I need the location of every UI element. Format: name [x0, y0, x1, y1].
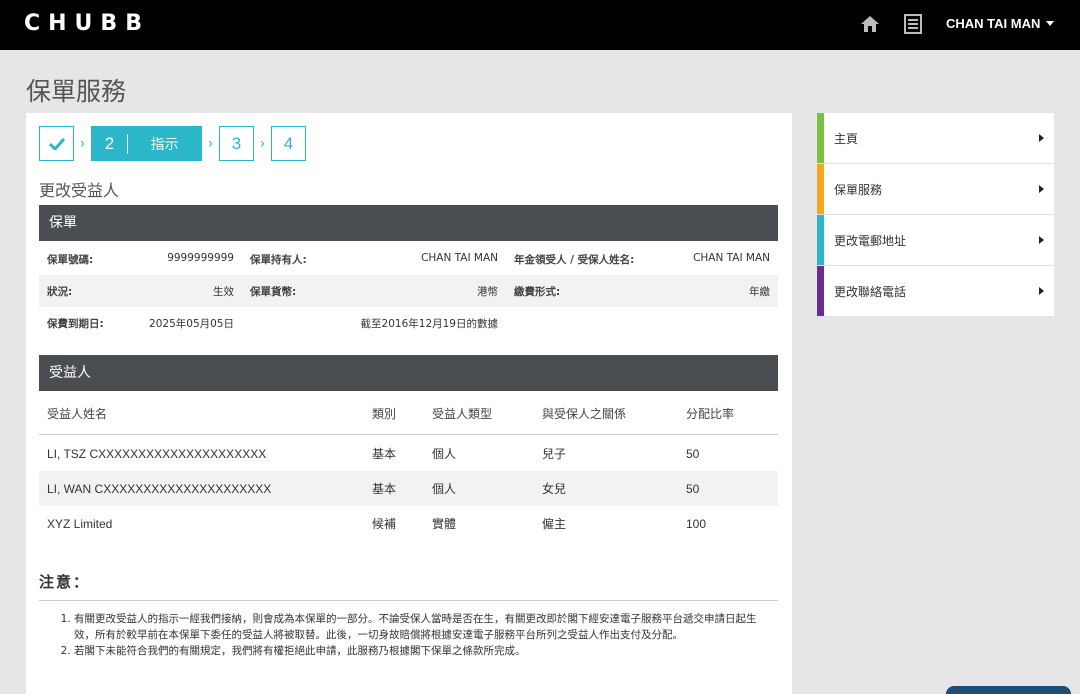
chevron-right-icon: › [79, 135, 86, 152]
chevron-right-icon: › [207, 135, 214, 152]
step-3: 3 [219, 126, 254, 161]
side-menu-item-home[interactable]: 主頁 [817, 113, 1054, 164]
side-menu-label: 主頁 [834, 131, 859, 146]
currency-value: 港幣 [477, 285, 498, 298]
policy-number-label: 保單號碼: [47, 253, 94, 266]
color-stripe [817, 215, 824, 265]
beneficiary-table: LI, TSZ CXXXXXXXXXXXXXXXXXXXXX 基本 個人 兒子 … [39, 436, 778, 541]
notes-title: 注意： [39, 573, 91, 591]
column-header-share: 分配比率 [686, 407, 735, 421]
step-4: 4 [271, 126, 306, 161]
section-title: 更改受益人 [39, 181, 120, 200]
beneficiary-relationship: 女兒 [542, 482, 567, 496]
color-stripe [817, 113, 824, 163]
side-menu-label: 更改聯絡電話 [834, 284, 907, 299]
beneficiary-share: 50 [686, 446, 700, 461]
data-as-of-value: 截至2016年12月19日的數據 [360, 317, 498, 330]
document-icon[interactable] [904, 14, 922, 34]
payment-mode-value: 年繳 [749, 285, 770, 298]
side-menu-item-change-phone[interactable]: 更改聯絡電話 [817, 266, 1054, 317]
divider [39, 600, 778, 601]
step-2-current: 2 指示 [91, 126, 202, 161]
note-item: 有關更改受益人的指示一經我們接納，則會成為本保單的一部分。不論受保人當時是否在生… [74, 611, 772, 643]
premium-due-value: 2025年05月05日 [149, 317, 234, 330]
side-menu-label: 保單服務 [834, 182, 883, 197]
insured-name-value: CHAN TAI MAN [693, 251, 770, 264]
beneficiary-share: 50 [686, 481, 700, 496]
beneficiary-name: LI, TSZ CXXXXXXXXXXXXXXXXXXXXX [47, 446, 267, 461]
beneficiary-name: XYZ Limited [47, 516, 113, 531]
policy-details: 保單號碼: 9999999999 保單持有人: CHAN TAI MAN 年金領受人… [39, 243, 778, 339]
side-menu-item-change-email[interactable]: 更改電郵地址 [817, 215, 1054, 266]
step-1-completed[interactable] [39, 126, 74, 161]
page-title: 保單服務 [26, 77, 127, 106]
home-icon[interactable] [860, 14, 880, 34]
column-header-category: 類別 [372, 407, 397, 421]
policy-section-header: 保單 [39, 205, 778, 241]
column-header-relationship: 與受保人之關係 [542, 407, 627, 421]
color-stripe [817, 164, 824, 214]
floating-chat-button[interactable] [946, 686, 1071, 694]
beneficiary-table-header: 受益人姓名 類別 受益人類型 與受保人之關係 分配比率 [39, 393, 778, 435]
arrow-right-icon [1039, 134, 1044, 142]
column-header-name: 受益人姓名 [47, 407, 108, 421]
side-menu-label: 更改電郵地址 [834, 233, 907, 248]
status-value: 生效 [213, 285, 234, 298]
checkmark-icon [48, 137, 65, 150]
step-progress: › 2 指示 › 3 › 4 [39, 126, 306, 161]
step-2-label: 指示 [150, 136, 179, 153]
policy-row: 保費到期日: 2025年05月05日 截至2016年12月19日的數據 [39, 307, 778, 339]
beneficiary-type: 實體 [432, 517, 457, 531]
beneficiary-share: 100 [686, 516, 707, 531]
beneficiary-relationship: 僱主 [542, 517, 567, 531]
beneficiary-category: 基本 [372, 482, 397, 496]
beneficiary-relationship: 兒子 [542, 447, 567, 461]
column-header-type: 受益人類型 [432, 407, 493, 421]
chubb-logo[interactable]: CHUBB [24, 11, 150, 36]
chevron-right-icon: › [259, 135, 266, 152]
policy-holder-label: 保單持有人: [250, 253, 307, 266]
beneficiary-type: 個人 [432, 482, 457, 496]
currency-label: 保單貨幣: [250, 285, 297, 298]
premium-due-label: 保費到期日: [47, 317, 104, 330]
user-menu-dropdown[interactable]: CHAN TAI MAN [946, 16, 1055, 31]
step-2-number: 2 [92, 133, 128, 154]
main-panel: › 2 指示 › 3 › 4 更改受益人 保單 保單號碼: 9999999999 … [26, 113, 792, 694]
color-stripe [817, 266, 824, 316]
policy-holder-value: CHAN TAI MAN [421, 251, 498, 264]
policy-row: 保單號碼: 9999999999 保單持有人: CHAN TAI MAN 年金領受人… [39, 243, 778, 275]
policy-number-value: 9999999999 [167, 251, 234, 264]
beneficiary-type: 個人 [432, 447, 457, 461]
side-menu-item-policy-services[interactable]: 保單服務 [817, 164, 1054, 215]
beneficiary-category: 候補 [372, 517, 397, 531]
arrow-right-icon [1039, 185, 1044, 193]
table-row: XYZ Limited 候補 實體 僱主 100 [39, 506, 778, 541]
arrow-right-icon [1039, 236, 1044, 244]
status-label: 狀況: [47, 285, 73, 298]
notes-list: 有關更改受益人的指示一經我們接納，則會成為本保單的一部分。不論受保人當時是否在生… [60, 611, 772, 659]
table-row: LI, TSZ CXXXXXXXXXXXXXXXXXXXXX 基本 個人 兒子 … [39, 436, 778, 471]
side-menu: 主頁 保單服務 更改電郵地址 更改聯絡電話 [817, 113, 1054, 317]
note-item: 若閣下未能符合我們的有關規定，我們將有權拒絕此申請，此服務乃根據閣下保單之條款所… [74, 643, 772, 659]
arrow-right-icon [1039, 287, 1044, 295]
insured-name-label: 年金領受人 / 受保人姓名: [514, 253, 635, 266]
payment-mode-label: 繳費形式: [514, 285, 561, 298]
caret-down-icon [1046, 21, 1055, 26]
beneficiary-category: 基本 [372, 447, 397, 461]
top-navigation-bar: CHUBB CHAN TAI MAN [0, 0, 1080, 50]
user-name: CHAN TAI MAN [946, 16, 1041, 31]
table-row: LI, WAN CXXXXXXXXXXXXXXXXXXXXX 基本 個人 女兒 … [39, 471, 778, 506]
beneficiary-name: LI, WAN CXXXXXXXXXXXXXXXXXXXXX [47, 481, 272, 496]
policy-row: 狀況: 生效 保單貨幣: 港幣 繳費形式: 年繳 [39, 275, 778, 307]
beneficiary-section-header: 受益人 [39, 355, 778, 391]
